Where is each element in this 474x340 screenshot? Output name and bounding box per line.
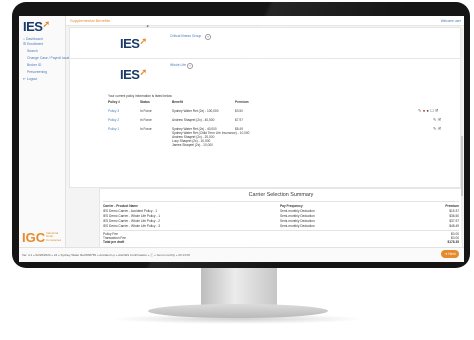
total-label: Total per draft: [103, 240, 125, 244]
policy-link[interactable]: Policy 1: [108, 127, 119, 131]
status-dot-icon: ●: [422, 108, 426, 113]
col-header-frequency: Pay Frequency: [280, 204, 303, 208]
policy-actions: ✎ 🗎: [433, 126, 441, 133]
edit-icon[interactable]: ✎: [418, 108, 422, 113]
help-icon[interactable]: ?: [187, 62, 193, 69]
sidebar-item-logout[interactable]: ⇤ Logout: [23, 77, 37, 81]
checkbox-icon[interactable]: ☐: [430, 108, 434, 113]
carrier-selection-summary: Carrier Selection Summary Carrier - Prod…: [99, 188, 463, 248]
policy-actions: ✎ 🗎: [433, 117, 441, 124]
policy-premium: $3.50: [235, 109, 243, 113]
sidebar-item-broker-id[interactable]: Broker ID: [27, 63, 41, 67]
summary-product: IES Demo Carrier - Whole Life Policy - 3: [103, 224, 161, 228]
summary-product: IES Demo Carrier - Accident Policy - 1: [103, 209, 158, 213]
help-icon[interactable]: ?: [205, 33, 211, 40]
col-header-policy: Policy #: [108, 100, 121, 104]
monitor-stand-base: [148, 304, 328, 318]
sidebar-item-enrollment[interactable]: ☰ Enrollment: [23, 42, 43, 46]
summary-premium: $37.97: [449, 219, 459, 223]
policy-link[interactable]: Policy 3: [108, 109, 119, 113]
screen: IES➚ ⌂ Dashboard ☰ Enrollment Search Cha…: [19, 16, 464, 262]
summary-frequency: Semi-monthly Deduction: [280, 209, 315, 213]
col-header-premium: Premium: [235, 100, 249, 104]
page-title: Supplemental Benefits: [70, 18, 111, 23]
top-bar: Supplemental Benefits Welcome user: [66, 16, 464, 26]
policy-intro: Your current policy information is liste…: [108, 94, 173, 98]
footer-breadcrumb: Ver. 4.1 » 02/28/2024 » 24 » Sydney Wate…: [22, 253, 190, 257]
carrier-logo: IES➚: [120, 36, 147, 51]
col-header-status: Status: [140, 100, 150, 104]
col-header-product: Carrier - Product Name: [103, 204, 138, 208]
edit-icon[interactable]: ✎: [433, 117, 437, 122]
summary-product: IES Demo Carrier - Whole Life Policy - 1: [103, 214, 161, 218]
summary-frequency: Semi-monthly Deduction: [280, 214, 315, 218]
sidebar-item-search[interactable]: Search: [27, 49, 38, 53]
divider: [103, 201, 459, 202]
carrier-link-critical-illness[interactable]: Critical Illness Group: [170, 34, 201, 38]
policy-benefit: Sydney Water Ret (2x) - 100,000: [172, 109, 219, 113]
policy-actions: ✎ ● ● ☐ 🗎: [418, 108, 438, 115]
divider: [103, 230, 459, 231]
policy-premium: $7.97: [235, 118, 243, 122]
col-header-premium: Premium: [445, 204, 459, 208]
summary-premium: $15.37: [449, 209, 459, 213]
policy-status: In Force: [140, 127, 152, 131]
logo-arrow-icon: ➚: [139, 36, 147, 46]
policy-premium: $8.49: [235, 127, 243, 131]
sidebar: IES➚ ⌂ Dashboard ☰ Enrollment Search Cha…: [19, 16, 74, 262]
logo-arrow-icon: ➚: [139, 67, 147, 77]
welcome-link[interactable]: Welcome user: [441, 19, 461, 23]
logo-arrow-icon: ➚: [42, 19, 50, 29]
policy-status: In Force: [140, 118, 152, 122]
main-content: Supplemental Benefits Welcome user ↖ IES…: [66, 16, 464, 262]
summary-frequency: Semi-monthly Deduction: [280, 224, 315, 228]
col-header-benefit: Benefit: [172, 100, 183, 104]
monitor-stand-neck: [201, 268, 277, 308]
sidebar-item-dashboard[interactable]: ⌂ Dashboard: [23, 37, 43, 41]
igc-logo: IGC: [22, 230, 46, 245]
carrier-card-critical-illness: IES➚ Critical Illness Group ?: [69, 27, 461, 59]
igc-logo-text: Industrial Grain Companies: [46, 231, 62, 242]
summary-premium: $48.49: [449, 224, 459, 228]
summary-title: Carrier Selection Summary: [248, 192, 314, 198]
record-icon: ●: [426, 108, 429, 113]
policy-status: In Force: [140, 109, 152, 113]
policy-link[interactable]: Policy 2: [108, 118, 119, 122]
summary-product: IES Demo Carrier - Whole Life Policy - 2: [103, 219, 161, 223]
app-logo[interactable]: IES➚: [23, 19, 50, 34]
edit-icon[interactable]: ✎: [433, 126, 437, 131]
document-icon[interactable]: 🗎: [438, 117, 441, 122]
policy-benefit: Andrew Shaqeel (2x) - 40,000: [172, 118, 215, 122]
carrier-logo: IES➚: [120, 67, 147, 82]
carrier-link-whole-life[interactable]: Whole Life: [170, 63, 186, 67]
summary-premium: $36.50: [449, 214, 459, 218]
next-button[interactable]: ➜ Next: [441, 250, 459, 258]
carrier-card-whole-life: IES➚ Whole Life ? Your current policy in…: [69, 58, 461, 188]
document-icon[interactable]: 🗎: [438, 126, 441, 131]
footer-bar: Ver. 4.1 » 02/28/2024 » 24 » Sydney Wate…: [19, 247, 464, 262]
total-value: $178.35: [447, 240, 459, 244]
sidebar-item-prescreening[interactable]: Prescreening: [27, 70, 47, 74]
document-icon[interactable]: 🗎: [435, 108, 438, 113]
policy-benefit-line: James Shaqeel (2x) - 10,000: [172, 143, 213, 147]
summary-frequency: Semi-monthly Deduction: [280, 219, 315, 223]
scrollbar-thumb[interactable]: [461, 136, 463, 196]
